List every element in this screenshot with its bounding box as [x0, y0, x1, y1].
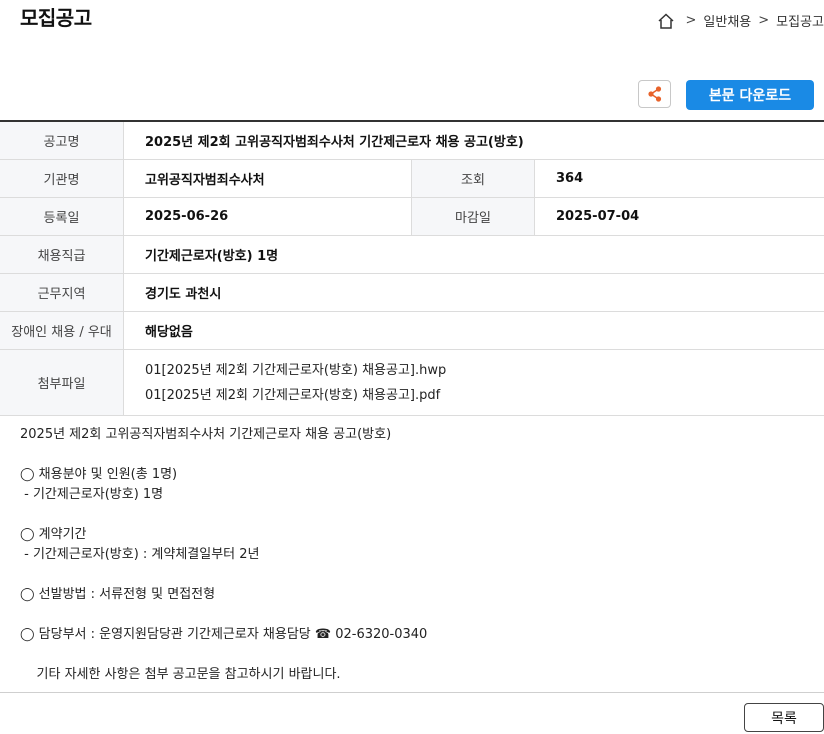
- home-icon[interactable]: [657, 12, 675, 30]
- body-line: - 기간제근로자(방호) : 계약체결일부터 2년: [20, 547, 260, 562]
- breadcrumb-current[interactable]: 모집공고: [776, 11, 824, 30]
- views-value: 364: [534, 159, 824, 198]
- table-row: 근무지역 경기도 과천시: [0, 273, 824, 312]
- region-label: 근무지역: [0, 273, 124, 312]
- agency-value: 고위공직자범죄수사처: [123, 159, 412, 198]
- attachments-list: 01[2025년 제2회 기간제근로자(방호) 채용공고].hwp 01[202…: [123, 349, 824, 416]
- breadcrumb: > 일반채용 > 모집공고: [657, 11, 824, 30]
- breadcrumb-general-recruit[interactable]: 일반채용: [703, 11, 751, 30]
- reg-date-value: 2025-06-26: [123, 197, 412, 236]
- deadline-label: 마감일: [411, 197, 535, 236]
- views-label: 조회: [411, 159, 535, 198]
- share-icon: [647, 86, 661, 102]
- attachment-hwp-link[interactable]: 01[2025년 제2회 기간제근로자(방호) 채용공고].hwp: [145, 358, 824, 383]
- deadline-value: 2025-07-04: [534, 197, 824, 236]
- title-label: 공고명: [0, 121, 124, 160]
- attachments-label: 첨부파일: [0, 349, 124, 416]
- table-row: 장애인 채용 / 우대 해당없음: [0, 311, 824, 350]
- table-row: 등록일 2025-06-26 마감일 2025-07-04: [0, 197, 824, 236]
- region-value: 경기도 과천시: [123, 273, 824, 312]
- divider: [0, 692, 824, 693]
- rank-label: 채용직급: [0, 235, 124, 274]
- body-line: 기타 자세한 사항은 첨부 공고문을 참고하시기 바랍니다.: [20, 667, 341, 682]
- body-line: ◯ 담당부서 : 운영지원담당관 기간제근로자 채용담당 ☎ 02-6320-0…: [20, 627, 428, 642]
- body-line: - 기간제근로자(방호) 1명: [20, 487, 164, 502]
- notice-body: 2025년 제2회 고위공직자범죄수사처 기간제근로자 채용 공고(방호) ◯ …: [20, 425, 810, 685]
- table-row: 공고명 2025년 제2회 고위공직자범죄수사처 기간제근로자 채용 공고(방호…: [0, 121, 824, 160]
- body-line: [20, 505, 810, 525]
- body-line: ◯ 선발방법 : 서류전형 및 면접전형: [20, 587, 216, 602]
- title-value: 2025년 제2회 고위공직자범죄수사처 기간제근로자 채용 공고(방호): [123, 121, 824, 160]
- agency-label: 기관명: [0, 159, 124, 198]
- body-line: [20, 445, 810, 465]
- list-button[interactable]: 목록: [744, 703, 824, 732]
- download-body-button[interactable]: 본문 다운로드: [686, 80, 814, 110]
- page-title: 모집공고: [20, 6, 92, 30]
- body-line: ◯ 채용분야 및 인원(총 1명): [20, 467, 178, 482]
- breadcrumb-separator: >: [758, 13, 770, 28]
- table-row: 기관명 고위공직자범죄수사처 조회 364: [0, 159, 824, 198]
- share-button[interactable]: [638, 80, 671, 108]
- table-row: 첨부파일 01[2025년 제2회 기간제근로자(방호) 채용공고].hwp 0…: [0, 349, 824, 416]
- disability-value: 해당없음: [123, 311, 824, 350]
- attachment-pdf-link[interactable]: 01[2025년 제2회 기간제근로자(방호) 채용공고].pdf: [145, 383, 824, 408]
- body-line: ◯ 계약기간: [20, 527, 87, 542]
- body-line: [20, 605, 810, 625]
- body-line: 2025년 제2회 고위공직자범죄수사처 기간제근로자 채용 공고(방호): [20, 427, 392, 442]
- notice-info-table: 공고명 2025년 제2회 고위공직자범죄수사처 기간제근로자 채용 공고(방호…: [0, 120, 824, 416]
- reg-date-label: 등록일: [0, 197, 124, 236]
- breadcrumb-separator: >: [685, 13, 697, 28]
- body-line: [20, 645, 810, 665]
- rank-value: 기간제근로자(방호) 1명: [123, 235, 824, 274]
- body-line: [20, 565, 810, 585]
- table-row: 채용직급 기간제근로자(방호) 1명: [0, 235, 824, 274]
- disability-label: 장애인 채용 / 우대: [0, 311, 124, 350]
